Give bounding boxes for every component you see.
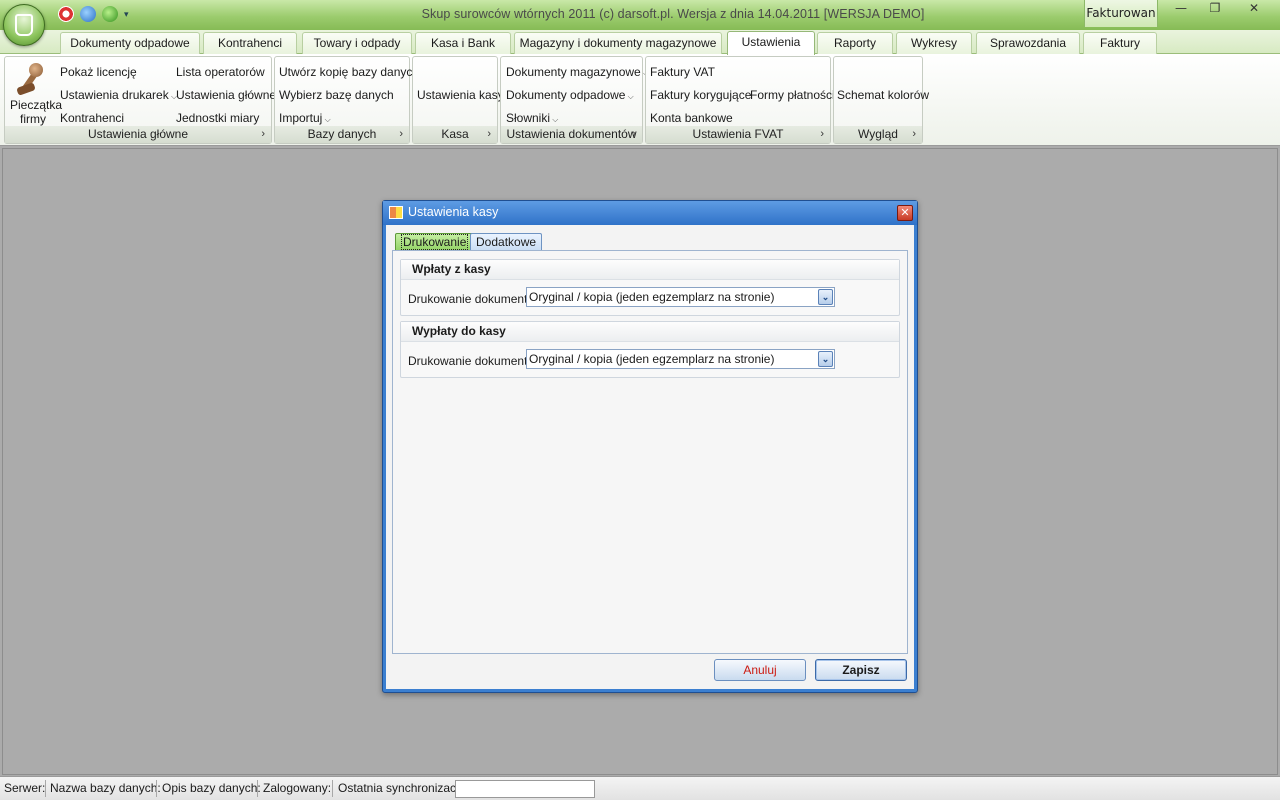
tab-panel: Wpłaty z kasy Drukowanie dokumentu Orygi… [392, 250, 908, 654]
tab-dokumenty-odpadowe[interactable]: Dokumenty odpadowe [60, 32, 200, 54]
tab-kasa-i-bank[interactable]: Kasa i Bank [415, 32, 511, 54]
group-caption: Wygląd › [834, 126, 922, 143]
importuj-button[interactable]: Importuj [279, 111, 331, 125]
drukowanie-wyplaty-select[interactable]: Oryginal / kopia (jeden egzemplarz na st… [526, 349, 835, 369]
tab-magazyny[interactable]: Magazyny i dokumenty magazynowe [514, 32, 722, 54]
app-menu-button[interactable] [3, 4, 45, 46]
status-serwer: Serwer: [4, 781, 46, 795]
fakturowanie-tab[interactable]: Fakturowan [1084, 0, 1158, 27]
tab-kontrahenci[interactable]: Kontrahenci [203, 32, 297, 54]
tab-raporty[interactable]: Raporty [817, 32, 893, 54]
group-caption: Bazy danych › [275, 126, 409, 143]
group-caption: Ustawienia FVAT › [646, 126, 830, 143]
dialog-body: Drukowanie Dodatkowe Wpłaty z kasy Druko… [386, 225, 914, 689]
dialog-launcher-icon[interactable]: › [487, 126, 491, 142]
dialog-launcher-icon[interactable]: › [261, 126, 265, 142]
dialog-title: Ustawienia kasy [408, 205, 499, 219]
schemat-kolorow-button[interactable]: Schemat kolorów [837, 88, 929, 102]
ribbon: Pieczątka firmy Pokaż licencję Ustawieni… [0, 54, 1280, 146]
dialog-title-bar[interactable]: Ustawienia kasy [383, 201, 917, 225]
group-caption: Ustawienia dokumentów › [501, 126, 642, 143]
slowniki-button[interactable]: Słowniki [506, 111, 558, 125]
ustawienia-kasy-dialog: Ustawienia kasy ✕ Drukowanie Dodatkowe W… [382, 200, 918, 693]
lista-operatorow-button[interactable]: Lista operatorów [176, 65, 265, 79]
tab-ustawienia[interactable]: Ustawienia [727, 31, 815, 55]
trash-bin-icon [15, 14, 33, 36]
ustawienia-kasy-button[interactable]: Ustawienia kasy [417, 88, 504, 102]
status-opis-bazy: Opis bazy danych: [162, 781, 261, 795]
dokumenty-magazynowe-button[interactable]: Dokumenty magazynowe [506, 65, 649, 79]
utworz-kopie-button[interactable]: Utwórz kopię bazy danych [279, 65, 419, 79]
tab-sprawozdania[interactable]: Sprawozdania [976, 32, 1080, 54]
ustawienia-drukarek-button[interactable]: Ustawienia drukarek [60, 88, 177, 102]
group-bazy-danych: Utwórz kopię bazy danych Wybierz bazę da… [274, 56, 419, 144]
ribbon-tabs: Dokumenty odpadowe Kontrahenci Towary i … [0, 30, 1280, 55]
status-separator [257, 780, 258, 797]
dialog-close-button[interactable]: ✕ [897, 205, 913, 221]
group-kasa: Ustawienia kasy Kasa › [412, 56, 504, 144]
field-label: Drukowanie dokumentu [408, 354, 535, 368]
wybierz-baze-button[interactable]: Wybierz bazę danych [279, 88, 394, 102]
faktury-korygujace-button[interactable]: Faktury korygujące [650, 88, 751, 102]
faktury-vat-button[interactable]: Faktury VAT [650, 65, 715, 79]
pokaz-licencje-button[interactable]: Pokaż licencję [60, 65, 137, 79]
kontrahenci-button[interactable]: Kontrahenci [60, 111, 124, 125]
status-nazwa-bazy: Nazwa bazy danych: [50, 781, 161, 795]
group-wyglad: Schemat kolorów Wygląd › [833, 56, 929, 144]
title-bar: ▾ Skup surowców wtórnych 2011 (c) darsof… [0, 0, 1280, 30]
sync-progress-box [455, 780, 595, 798]
status-separator [332, 780, 333, 797]
status-zalogowany: Zalogowany: [263, 781, 332, 795]
group-ustawienia-glowne: Pieczątka firmy Pokaż licencję Ustawieni… [4, 56, 276, 144]
tab-faktury[interactable]: Faktury [1083, 32, 1157, 54]
formy-platnosci-button[interactable]: Formy płatności [750, 88, 835, 102]
dialog-launcher-icon[interactable]: › [399, 126, 403, 142]
stamp-icon [16, 61, 49, 96]
minimize-button[interactable]: — [1164, 0, 1198, 18]
status-separator [45, 780, 46, 797]
group-header: Wypłaty do kasy [401, 322, 899, 342]
group-ustawienia-dokumentow: Dokumenty magazynowe Dokumenty odpadowe … [500, 56, 643, 144]
chevron-down-icon[interactable]: ⌄ [818, 289, 833, 305]
status-separator [156, 780, 157, 797]
jednostki-miary-button[interactable]: Jednostki miary [176, 111, 259, 125]
group-caption: Kasa › [413, 126, 497, 143]
konta-bankowe-button[interactable]: Konta bankowe [650, 111, 733, 125]
group-wyplaty-do-kasy: Wypłaty do kasy Drukowanie dokumentu Ory… [400, 321, 900, 378]
tab-dodatkowe[interactable]: Dodatkowe [470, 233, 543, 251]
restore-button[interactable]: ❐ [1198, 0, 1232, 18]
cancel-button[interactable]: Anuluj [714, 659, 806, 681]
dokumenty-odpadowe-button[interactable]: Dokumenty odpadowe [506, 88, 634, 102]
group-caption: Ustawienia główne › [5, 126, 271, 143]
close-button[interactable]: ✕ [1232, 0, 1276, 18]
drukowanie-wplaty-select[interactable]: Oryginal / kopia (jeden egzemplarz na st… [526, 287, 835, 307]
app-window-icon [389, 206, 403, 219]
dialog-launcher-icon[interactable]: › [912, 126, 916, 142]
pieczatka-firmy-button[interactable]: Pieczątka firmy [10, 61, 62, 126]
field-label: Drukowanie dokumentu [408, 292, 535, 306]
tab-towary-i-odpady[interactable]: Towary i odpady [302, 32, 412, 54]
chevron-down-icon[interactable]: ⌄ [818, 351, 833, 367]
status-bar: Serwer: Nazwa bazy danych: Opis bazy dan… [0, 776, 1280, 800]
status-synchronizacja: Ostatnia synchronizacja [338, 781, 466, 795]
group-ustawienia-fvat: Faktury VAT Faktury korygujące Konta ban… [645, 56, 835, 144]
ustawienia-glowne-button[interactable]: Ustawienia główne [176, 88, 276, 102]
tab-wykresy[interactable]: Wykresy [896, 32, 972, 54]
dialog-launcher-icon[interactable]: › [632, 126, 636, 142]
group-header: Wpłaty z kasy [401, 260, 899, 280]
dialog-launcher-icon[interactable]: › [820, 126, 824, 142]
save-button[interactable]: Zapisz [815, 659, 907, 681]
group-wplaty-z-kasy: Wpłaty z kasy Drukowanie dokumentu Orygi… [400, 259, 900, 316]
